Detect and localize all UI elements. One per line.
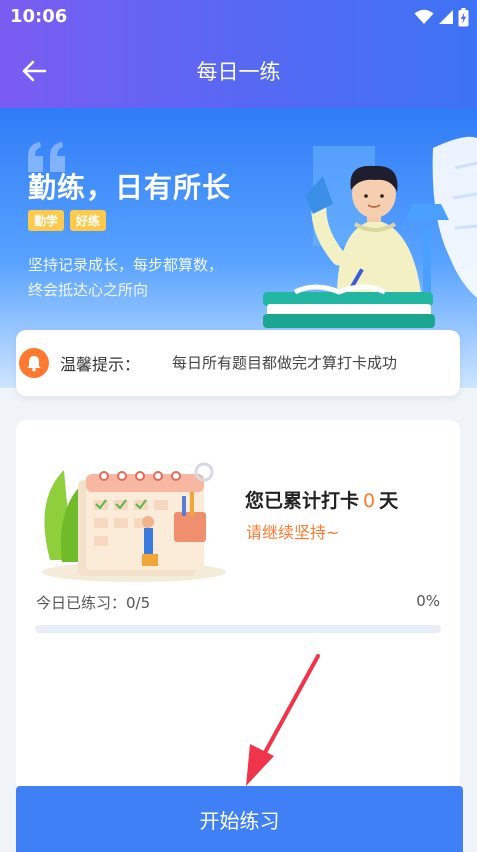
wifi-icon [414,9,434,24]
hero-tags: 勤学 好练 [28,210,107,231]
battery-charging-icon [458,7,469,26]
bell-icon [19,348,49,378]
streak-count: 0 [363,490,376,512]
tip-card: 温馨提示： 每日所有题目都做完才算打卡成功 [16,330,460,396]
today-label: 今日已练习： [36,594,127,612]
start-practice-button[interactable]: 开始练习 [16,786,463,852]
encourage-text: 请继续坚持~ [246,523,340,542]
hero-tag: 好练 [70,210,107,231]
hero-subtitle-line: 坚持记录成长，每步都算数， [28,256,224,274]
streak-suffix: 天 [379,490,399,512]
header: 10:06 每日一练 [0,0,477,108]
signal-icon [439,10,453,24]
hero-subtitle-line: 终会抵达心之所向 [28,281,149,299]
progress-percent: 0% [416,592,440,610]
streak-prefix: 您已累计打卡 [245,490,360,512]
streak-summary: 您已累计打卡 0 天 [245,486,398,513]
today-count: 0/5 [126,594,151,612]
nav-bar: 每日一练 [0,34,477,108]
page-title: 每日一练 [196,60,281,84]
status-time: 10:06 [10,6,68,27]
status-icons [414,6,469,28]
progress-bar [35,625,441,633]
progress-card: 您已累计打卡 0 天 请继续坚持~ 今日已练习：0/5 0% [16,420,460,800]
hero-title: 勤练，日有所长 [28,171,232,204]
calendar-illustration [42,462,226,582]
tip-label: 温馨提示： [60,355,141,374]
status-bar: 10:06 [0,0,477,34]
hero-tag: 勤学 [28,210,65,231]
tip-text: 每日所有题目都做完才算打卡成功 [172,354,398,372]
today-progress: 今日已练习：0/5 [36,592,150,613]
